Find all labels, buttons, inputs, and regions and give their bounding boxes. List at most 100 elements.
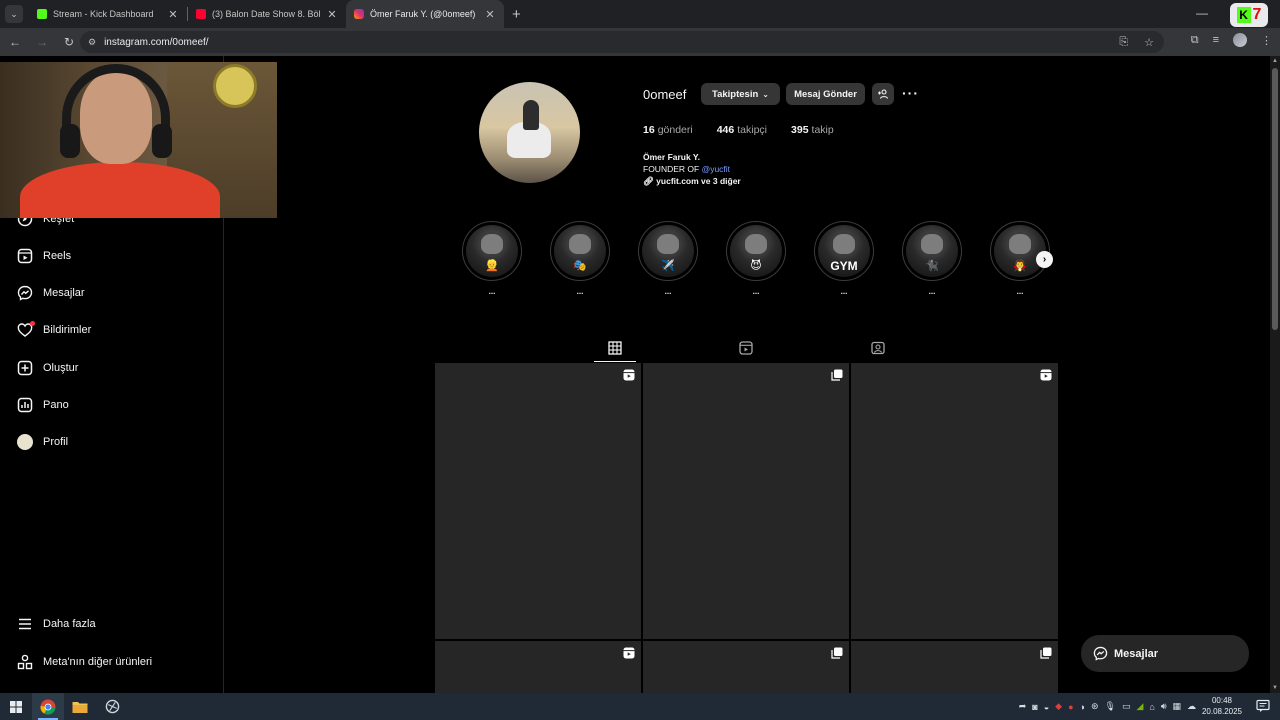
chrome-menu-icon[interactable]: ⋮ [1261, 34, 1272, 47]
post-tile[interactable] [851, 363, 1058, 639]
highlight-ring: ✈️ [638, 221, 698, 281]
story-highlight[interactable]: ✈️ ... [638, 221, 698, 296]
sidebar-item-notifications[interactable]: Bildirimler [16, 318, 91, 342]
notification-center-icon[interactable] [1256, 699, 1270, 713]
tray-app-icon[interactable]: ◒ [1044, 702, 1049, 712]
taskbar-app[interactable] [96, 693, 128, 720]
highlight-ring: GYM [814, 221, 874, 281]
bookmark-star-icon[interactable]: ☆ [1144, 36, 1154, 49]
grid-icon [608, 341, 622, 355]
more-options-icon[interactable]: ··· [902, 85, 919, 101]
tab-posts[interactable] [607, 340, 623, 356]
sidebar-item-messages[interactable]: Mesajlar [16, 281, 85, 305]
tray-volume-icon[interactable]: 🔊︎ [1161, 701, 1167, 712]
highlight-ring: 👱 [462, 221, 522, 281]
highlights-next-button[interactable]: › [1036, 251, 1053, 268]
highlight-label: ... [488, 287, 496, 296]
post-tile[interactable] [435, 363, 641, 639]
post-tile[interactable] [643, 363, 849, 639]
profile-stats: 16 gönderi 446 takipçi 395 takip [643, 124, 858, 136]
bio-mention-link[interactable]: @yucfit [702, 164, 730, 174]
sidebar-item-create[interactable]: Oluştur [16, 356, 78, 380]
reload-icon[interactable]: ↻ [57, 35, 81, 49]
profile-bio: Ömer Faruk Y. FOUNDER OF @yucfit 🔗︎ yucf… [643, 151, 741, 187]
close-icon[interactable]: ✕ [326, 8, 338, 21]
story-highlight[interactable]: 😈 ... [726, 221, 786, 296]
scroll-down-arrow-icon[interactable]: ▼ [1272, 685, 1278, 691]
tray-network-icon[interactable]: ⌂ [1149, 702, 1154, 712]
send-message-button[interactable]: Mesaj Gönder [786, 83, 865, 105]
chrome-profile-avatar[interactable] [1233, 33, 1247, 47]
browser-tab-kick[interactable]: Stream - Kick Dashboard ✕ [29, 0, 187, 28]
sidebar-item-dashboard[interactable]: Pano [16, 393, 69, 417]
floating-messages-button[interactable]: Mesajlar [1081, 635, 1249, 672]
highlight-emoji: 👱 [485, 260, 499, 272]
tray-display-icon[interactable]: ▭ [1122, 701, 1131, 712]
extensions-icon[interactable]: ⧉ [1191, 34, 1199, 47]
site-info-icon[interactable]: ⚙ [88, 37, 96, 48]
scrollbar-thumb[interactable] [1272, 68, 1278, 330]
kick-favicon-icon [37, 9, 47, 19]
taskbar-file-explorer[interactable] [64, 693, 96, 720]
tray-keyboard-icon[interactable]: ▦ [1172, 701, 1181, 712]
tray-nvidia-icon[interactable]: ◢ [1136, 701, 1143, 712]
close-icon[interactable]: ✕ [484, 8, 496, 21]
story-highlight[interactable]: 🎭 ... [550, 221, 610, 296]
tray-discord-icon[interactable]: ◙ [1032, 702, 1037, 712]
highlight-cover: 🎭 [554, 225, 606, 277]
taskbar-chrome[interactable] [32, 693, 64, 720]
sidebar-item-reels[interactable]: Reels [16, 244, 71, 268]
tab-search-button[interactable]: ⌄ [5, 5, 23, 23]
suggested-users-button[interactable] [872, 83, 894, 105]
highlight-cover: 😈 [730, 225, 782, 277]
following-button[interactable]: Takiptesin ⌄ [701, 83, 780, 105]
post-tile[interactable] [643, 641, 849, 693]
carousel-post-icon [831, 647, 843, 659]
new-tab-button[interactable]: + [512, 6, 521, 23]
close-icon[interactable]: ✕ [167, 8, 179, 21]
address-bar[interactable]: ⚙ instagram.com/0omeef/ ⎘ ☆ [80, 31, 1164, 53]
tray-app-icon[interactable]: ◑ [1080, 702, 1085, 712]
page-scrollbar[interactable]: ▲ ▼ [1270, 56, 1280, 693]
url-text: instagram.com/0omeef/ [104, 36, 209, 48]
install-app-icon[interactable]: ⎘ [1119, 36, 1128, 49]
browser-tab-strip: ⌄ Stream - Kick Dashboard ✕ (3) Balon Da… [0, 0, 1280, 28]
story-highlight[interactable]: 👱 ... [462, 221, 522, 296]
scroll-up-arrow-icon[interactable]: ▲ [1272, 58, 1278, 64]
reels-icon [739, 341, 753, 355]
tray-shield-icon[interactable]: ◆ [1055, 701, 1062, 712]
story-highlight[interactable]: GYM ... [814, 221, 874, 296]
back-arrow-icon[interactable]: ← [3, 35, 27, 49]
profile-avatar-thumb [17, 434, 33, 450]
tray-arrow-icon[interactable]: ➦ [1019, 701, 1027, 712]
media-control-icon[interactable]: ≡ [1213, 34, 1219, 46]
sidebar-item-more[interactable]: Daha fazla [16, 612, 96, 636]
tab-reels[interactable] [738, 340, 754, 356]
bio-external-link[interactable]: 🔗︎ yucfit.com ve 3 diğer [643, 175, 741, 187]
kick-notification-badge[interactable]: K 7 [1230, 3, 1268, 27]
browser-tab-youtube[interactable]: (3) Balon Date Show 8. Bölüm ✕ [188, 0, 346, 28]
tray-cloud-icon[interactable]: ☁ [1187, 701, 1196, 712]
windows-start-button[interactable] [0, 700, 32, 713]
tray-record-icon[interactable]: ● [1068, 702, 1073, 712]
tray-steam-icon[interactable]: ⊛ [1091, 701, 1099, 712]
followers-stat[interactable]: 446 takipçi [717, 124, 767, 136]
following-count: 395 [791, 124, 809, 136]
chevron-down-icon: ⌄ [762, 89, 769, 99]
story-highlight[interactable]: 🐈‍⬛ ... [902, 221, 962, 296]
post-tile[interactable] [435, 641, 641, 693]
post-tile[interactable] [851, 641, 1058, 693]
sidebar-item-meta-apps[interactable]: Meta'nın diğer ürünleri [16, 650, 152, 674]
browser-tab-instagram[interactable]: Ömer Faruk Y. (@0omeef) • Ins ✕ [346, 0, 504, 28]
lion-logo-icon [831, 232, 857, 256]
tray-microphone-icon[interactable]: 🎙︎ [1105, 701, 1116, 712]
profile-avatar[interactable] [479, 82, 580, 183]
lion-logo-icon [655, 232, 681, 256]
taskbar-clock[interactable]: 00:48 20.08.2025 [1202, 695, 1242, 717]
following-stat[interactable]: 395 takip [791, 124, 834, 136]
minimize-button[interactable]: — [1196, 6, 1208, 20]
highlight-emoji: 😈 [750, 260, 762, 272]
forward-arrow-icon[interactable]: → [30, 35, 54, 49]
tab-tagged[interactable] [870, 340, 886, 356]
sidebar-item-profile[interactable]: Profil [16, 430, 68, 454]
